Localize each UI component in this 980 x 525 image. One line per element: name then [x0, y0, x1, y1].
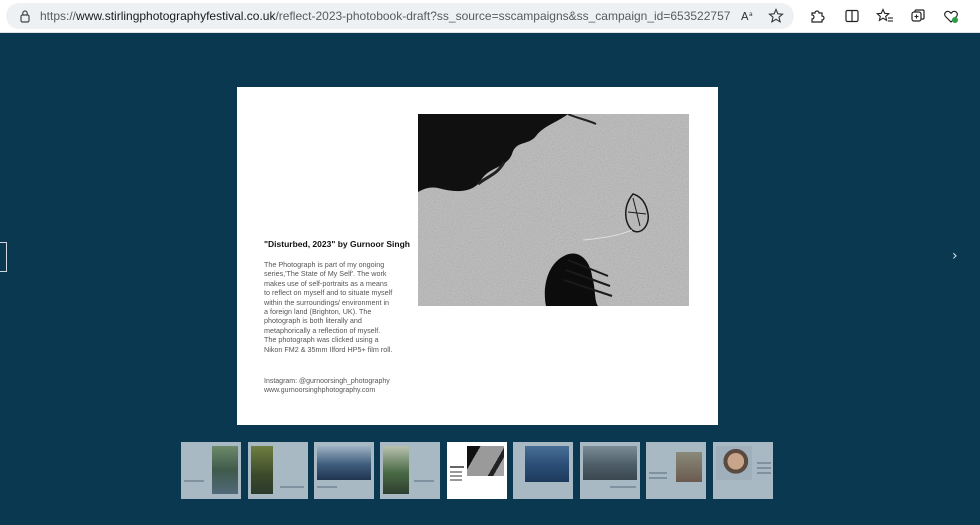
extensions-icon[interactable]: [807, 6, 827, 26]
photo-title: "Disturbed, 2023" by Gurnoor Singh: [264, 239, 410, 249]
read-aloud-icon[interactable]: Aa: [739, 7, 757, 25]
photobook-page: "Disturbed, 2023" by Gurnoor Singh The P…: [237, 87, 718, 425]
chevron-right-icon: ›: [952, 248, 958, 264]
favorites-list-icon[interactable]: [875, 6, 895, 26]
collections-icon[interactable]: [908, 6, 928, 26]
website-link: www.gurnoorsinghphotography.com: [264, 387, 376, 394]
thumbnail-5-active[interactable]: [447, 442, 507, 499]
photobook-viewer: › "Disturbed, 2023" by Gurnoor Singh The…: [0, 34, 980, 525]
thumbnail-1[interactable]: [181, 442, 241, 499]
svg-text:a: a: [749, 11, 753, 18]
previous-page-button[interactable]: [0, 242, 7, 272]
favorite-star-icon[interactable]: [767, 7, 785, 25]
thumbnail-8[interactable]: [646, 442, 706, 499]
thumbnail-7[interactable]: [580, 442, 640, 499]
url-text[interactable]: https://www.stirlingphotographyfestival.…: [40, 8, 730, 24]
browser-essentials-icon[interactable]: [941, 6, 961, 26]
thumbnail-3[interactable]: [314, 442, 374, 499]
thumbnail-6[interactable]: [513, 442, 573, 499]
address-bar[interactable]: https://www.stirlingphotographyfestival.…: [6, 3, 794, 29]
photograph: [418, 114, 689, 306]
thumbnail-strip: [181, 442, 775, 500]
photo-description: The Photograph is part of my ongoing ser…: [264, 260, 393, 354]
thumbnail-9[interactable]: [713, 442, 773, 499]
split-screen-icon[interactable]: [842, 6, 862, 26]
thumbnail-2[interactable]: [248, 442, 308, 499]
next-page-button[interactable]: ›: [952, 248, 968, 266]
instagram-handle: Instagram: @gurnoorsingh_photography: [264, 378, 390, 385]
svg-text:A: A: [741, 10, 749, 23]
browser-toolbar: https://www.stirlingphotographyfestival.…: [0, 0, 980, 33]
thumbnail-4[interactable]: [380, 442, 440, 499]
lock-icon[interactable]: [18, 9, 32, 23]
